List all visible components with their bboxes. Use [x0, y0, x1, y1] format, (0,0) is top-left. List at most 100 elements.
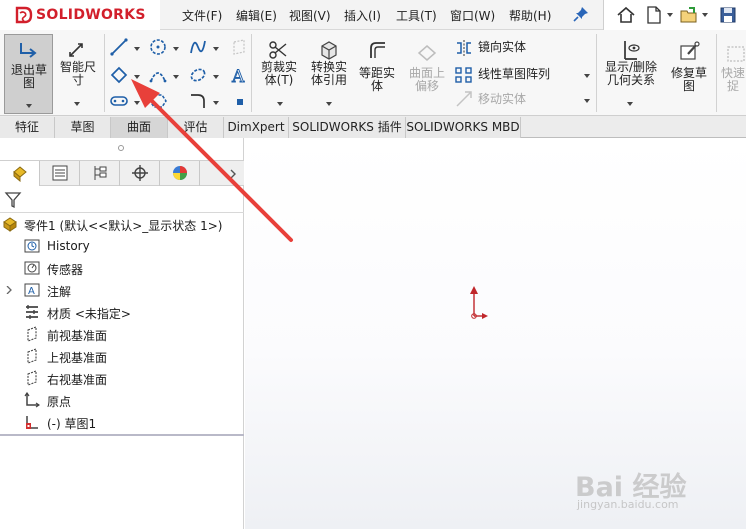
circle-icon[interactable] [149, 38, 167, 56]
display-relations-icon[interactable] [620, 39, 642, 61]
tree-item-sensors[interactable]: 传感器 [0, 257, 244, 279]
pin-icon[interactable] [573, 6, 589, 22]
tree-item-sketch1[interactable]: (-) 草图1 [0, 411, 244, 433]
pane-tabs [0, 160, 244, 186]
tab-solidworks-mbd[interactable]: SOLIDWORKS MBD [406, 117, 521, 138]
chevron-down-icon[interactable] [213, 101, 219, 105]
tree-item-label: 右视基准面 [47, 373, 108, 387]
chevron-down-icon[interactable] [213, 47, 219, 51]
chevron-down-icon[interactable] [667, 13, 673, 17]
feature-manager-pane: 零件1 (默认<<默认>_显示状态 1>) History 传感器 A 注解 材… [0, 138, 244, 529]
chevron-down-icon[interactable] [584, 99, 590, 103]
material-icon [26, 305, 38, 319]
repair-sketch-button[interactable]: 修复草 图 [666, 67, 712, 93]
chevron-down-icon[interactable] [74, 102, 80, 106]
tab-sketch[interactable]: 草图 [55, 117, 111, 138]
tree-item-top-plane[interactable]: 上视基准面 [0, 345, 244, 367]
menu-window[interactable]: 窗口(W) [450, 7, 495, 24]
tab-evaluate[interactable]: 评估 [168, 117, 224, 138]
tab-feature-manager[interactable] [0, 161, 40, 186]
tab-dimxpert-manager[interactable] [120, 161, 160, 186]
convert-entities-icon[interactable] [318, 40, 340, 60]
tab-display-manager[interactable] [160, 161, 200, 186]
chevron-down-icon[interactable] [134, 101, 140, 105]
filter-icon[interactable] [4, 191, 22, 209]
chevron-right-icon[interactable] [228, 168, 238, 180]
new-document-icon[interactable] [644, 5, 664, 25]
offset-entities-button[interactable]: 等距实 体 [354, 67, 400, 93]
plane-icon [27, 348, 37, 364]
separator [596, 34, 597, 112]
tab-surfaces[interactable]: 曲面 [111, 117, 168, 138]
spline-icon[interactable] [189, 38, 207, 56]
tree-item-origin[interactable]: 原点 [0, 389, 244, 411]
repair-sketch-icon[interactable] [678, 40, 700, 62]
mirror-entities-icon[interactable] [455, 39, 473, 57]
smart-dimension-button[interactable]: 智能尺 寸 [56, 61, 100, 87]
menu-insert[interactable]: 插入(I) [344, 7, 381, 24]
tab-property-manager[interactable] [40, 161, 80, 186]
pane-grip[interactable] [118, 145, 124, 151]
display-delete-relations-button[interactable]: 显示/删除 几何关系 [601, 61, 661, 87]
fillet-icon[interactable] [189, 92, 207, 110]
slot-icon[interactable] [110, 92, 128, 110]
exit-sketch-button[interactable]: 退出草 图 [4, 34, 53, 114]
tree-item-front-plane[interactable]: 前视基准面 [0, 323, 244, 345]
convert-entities-button[interactable]: 转换实 体引用 [306, 61, 352, 87]
trim-entities-button[interactable]: 剪裁实 体(T) [256, 61, 302, 87]
graphics-area[interactable]: Bai 经验 jingyan.baidu.com [245, 138, 746, 529]
mirror-entities-button[interactable]: 镜向实体 [478, 41, 526, 54]
save-icon[interactable] [718, 5, 738, 25]
command-manager-ribbon: 退出草 图 智能尺 寸 A 剪裁实 体(T) 转换实 体引用 等距实 体 曲面上… [0, 30, 746, 116]
polygon-icon[interactable] [110, 66, 128, 84]
sketch-icon [26, 416, 38, 429]
menu-tools[interactable]: 工具(T) [396, 7, 437, 24]
chevron-down-icon[interactable] [134, 47, 140, 51]
tree-item-history[interactable]: History [0, 235, 244, 257]
home-icon[interactable] [616, 5, 636, 25]
exit-sketch-label: 退出草 图 [10, 63, 47, 90]
chevron-down-icon[interactable] [277, 102, 283, 106]
tree-root[interactable]: 零件1 (默认<<默认>_显示状态 1>) [0, 213, 244, 235]
rapid-sketch-icon[interactable] [726, 44, 746, 64]
trim-entities-icon[interactable] [268, 40, 290, 60]
text-icon[interactable]: A [230, 66, 248, 84]
menu-bar: SOLIDWORKS 文件(F) 编辑(E) 视图(V) 插入(I) 工具(T)… [0, 0, 746, 30]
tab-features[interactable]: 特征 [0, 117, 55, 138]
chevron-down-icon[interactable] [326, 102, 332, 106]
tab-configuration-manager[interactable] [80, 161, 120, 186]
tree-item-right-plane[interactable]: 右视基准面 [0, 367, 244, 389]
chevron-down-icon[interactable] [173, 75, 179, 79]
linear-pattern-icon[interactable] [455, 66, 473, 84]
chevron-down-icon[interactable] [702, 13, 708, 17]
open-folder-icon[interactable] [679, 5, 699, 25]
menu-edit[interactable]: 编辑(E) [236, 7, 277, 24]
linear-pattern-button[interactable]: 线性草图阵列 [478, 68, 550, 81]
arc-icon[interactable] [149, 66, 167, 84]
history-icon [24, 239, 40, 253]
menu-view[interactable]: 视图(V) [289, 7, 331, 24]
menu-help[interactable]: 帮助(H) [509, 7, 551, 24]
ellipse-icon[interactable] [189, 66, 207, 84]
pane-divider [0, 434, 244, 436]
rapid-sketch-button[interactable]: 快速 捉 [720, 67, 746, 93]
smart-dimension-icon[interactable] [66, 40, 88, 60]
chevron-down-icon[interactable] [213, 75, 219, 79]
point-icon[interactable] [232, 94, 250, 112]
hexagon-icon[interactable] [149, 92, 167, 110]
chevron-down-icon[interactable] [627, 102, 633, 106]
tree-item-annotations[interactable]: A 注解 [0, 279, 244, 301]
tab-solidworks-addins[interactable]: SOLIDWORKS 插件 [289, 117, 406, 138]
tree-item-material[interactable]: 材质 <未指定> [0, 301, 244, 323]
offset-entities-icon[interactable] [367, 40, 389, 60]
plane-disabled-icon [233, 39, 245, 55]
tab-dimxpert[interactable]: DimXpert [224, 117, 289, 138]
chevron-down-icon[interactable] [173, 47, 179, 51]
menu-file[interactable]: 文件(F) [182, 7, 222, 24]
offset-on-surface-button: 曲面上 偏移 [408, 66, 445, 93]
chevron-down-icon[interactable] [584, 74, 590, 78]
line-icon[interactable] [110, 38, 128, 56]
chevron-down-icon[interactable] [26, 104, 32, 108]
chevron-down-icon[interactable] [134, 75, 140, 79]
expand-arrow-icon[interactable] [6, 286, 12, 294]
